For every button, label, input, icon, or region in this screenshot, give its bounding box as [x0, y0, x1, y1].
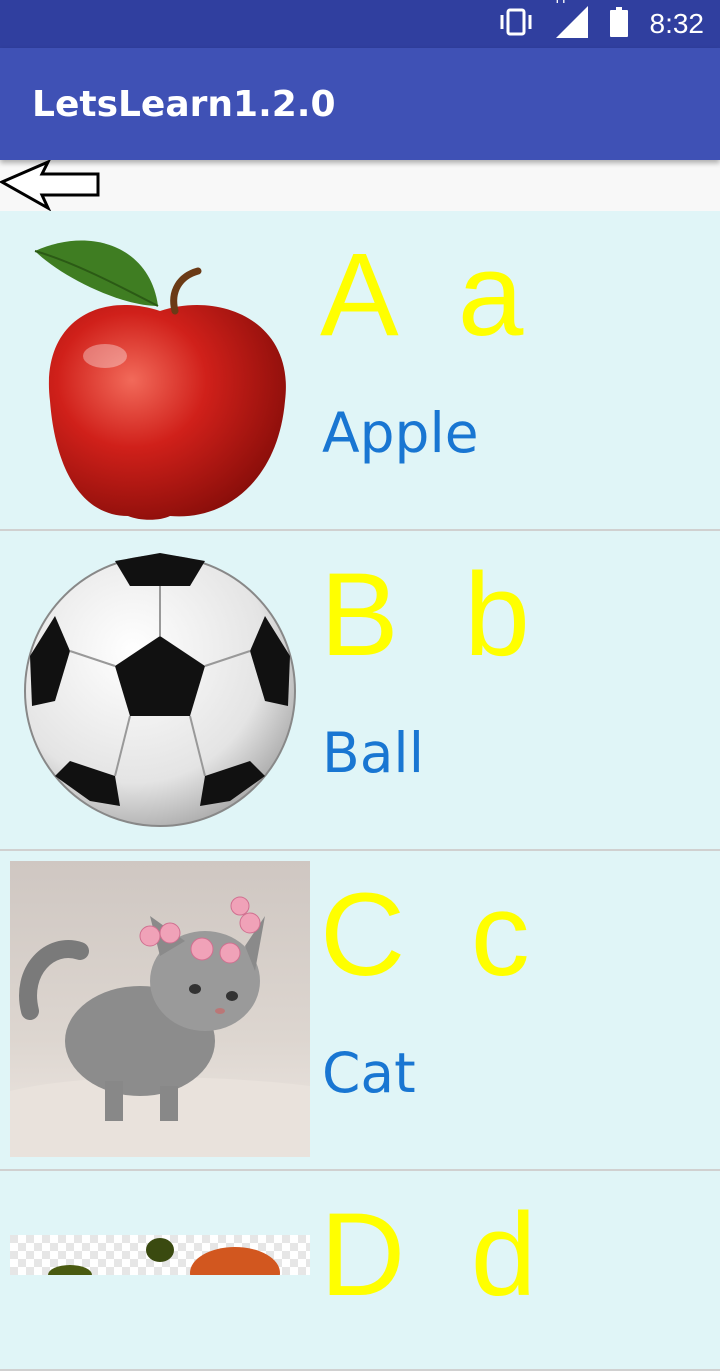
back-button[interactable] [0, 158, 104, 212]
signal-icon: H [555, 0, 588, 42]
apple-image [10, 221, 310, 521]
clock: 8:32 [649, 8, 705, 39]
letter-pair: A a [320, 229, 524, 361]
letter-pair: C c [320, 869, 530, 1001]
battery-icon [609, 7, 628, 41]
network-type: H [556, 0, 566, 6]
app-bar: LetsLearn1.2.0 [0, 48, 720, 160]
status-bar: H 8:32 [0, 0, 720, 48]
word-label: Cat [322, 1041, 416, 1105]
nav-bar [0, 158, 720, 212]
list-item-ball[interactable]: B b Ball [0, 531, 720, 851]
letter-list[interactable]: A a Apple B b Ball C c Cat D d [0, 211, 720, 1371]
word-label: Apple [322, 401, 479, 465]
arrow-left-icon [0, 158, 100, 212]
app-title: LetsLearn1.2.0 [32, 84, 336, 125]
list-item-cat[interactable]: C c Cat [0, 851, 720, 1171]
kitten-image [10, 861, 310, 1161]
partial-image [10, 1235, 310, 1275]
list-item-apple[interactable]: A a Apple [0, 211, 720, 531]
letter-pair: B b [320, 549, 530, 681]
word-label: Ball [322, 721, 424, 785]
vibrate-icon [498, 7, 534, 41]
letter-pair: D d [320, 1189, 537, 1321]
soccer-ball-image [10, 541, 310, 841]
list-item-d[interactable]: D d [0, 1171, 720, 1371]
